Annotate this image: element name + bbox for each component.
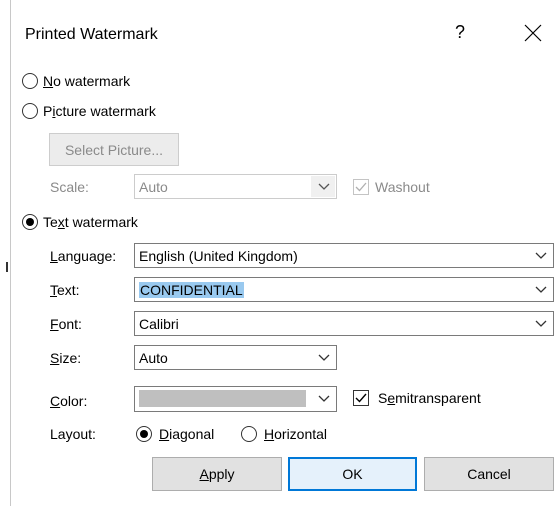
horizontal-radio[interactable]: [241, 426, 257, 442]
color-label: Color:: [50, 393, 88, 409]
scale-dropdown[interactable]: Auto: [134, 174, 337, 199]
select-picture-button[interactable]: Select Picture...: [49, 133, 179, 166]
ok-button[interactable]: OK: [288, 457, 417, 491]
font-dropdown[interactable]: Calibri: [134, 311, 554, 336]
close-icon[interactable]: [522, 22, 544, 44]
no-watermark-radio[interactable]: [22, 73, 38, 89]
scale-value: Auto: [139, 179, 168, 195]
language-value: English (United Kingdom): [139, 248, 298, 264]
chevron-down-icon: [311, 388, 335, 409]
text-combobox[interactable]: CONFIDENTIAL: [134, 277, 554, 302]
font-value: Calibri: [139, 316, 179, 332]
text-watermark-radio[interactable]: [22, 214, 38, 230]
text-label: Text:: [50, 282, 80, 298]
washout-label[interactable]: Washout: [375, 178, 430, 196]
size-value: Auto: [139, 350, 168, 366]
size-label: Size:: [50, 350, 82, 366]
horizontal-label[interactable]: Horizontal: [264, 425, 327, 443]
washout-checkbox[interactable]: [353, 179, 369, 195]
chevron-down-icon: [311, 176, 335, 197]
layout-label: Layout:: [50, 426, 96, 442]
chevron-down-icon: [311, 347, 335, 368]
chevron-down-icon: [528, 245, 552, 266]
text-watermark-label[interactable]: Text watermark: [43, 213, 138, 231]
no-watermark-label[interactable]: No watermark: [43, 72, 130, 90]
cancel-button[interactable]: Cancel: [424, 457, 554, 491]
printed-watermark-dialog: Printed Watermark ? No watermark Picture…: [0, 0, 559, 506]
picture-watermark-label[interactable]: Picture watermark: [43, 102, 156, 120]
color-swatch: [139, 390, 306, 407]
check-icon: [355, 182, 367, 192]
size-dropdown[interactable]: Auto: [134, 345, 337, 370]
edge-marker: [6, 262, 8, 272]
language-dropdown[interactable]: English (United Kingdom): [134, 243, 554, 268]
help-button[interactable]: ?: [455, 22, 465, 43]
diagonal-label[interactable]: Diagonal: [159, 425, 214, 443]
semitransparent-checkbox[interactable]: [353, 390, 369, 406]
font-label: Font:: [50, 316, 82, 332]
diagonal-radio[interactable]: [136, 426, 152, 442]
dialog-title: Printed Watermark: [25, 26, 158, 43]
text-value[interactable]: CONFIDENTIAL: [139, 281, 244, 299]
picture-watermark-radio[interactable]: [22, 103, 38, 119]
semitransparent-label[interactable]: Semitransparent: [378, 389, 481, 407]
check-icon: [355, 393, 367, 403]
scale-label: Scale:: [50, 179, 89, 195]
color-dropdown[interactable]: [134, 386, 337, 412]
dialog-left-edge: [10, 0, 11, 506]
apply-button[interactable]: Apply: [152, 457, 282, 491]
chevron-down-icon: [528, 313, 552, 334]
chevron-down-icon: [528, 279, 552, 300]
language-label: Language:: [50, 248, 117, 264]
